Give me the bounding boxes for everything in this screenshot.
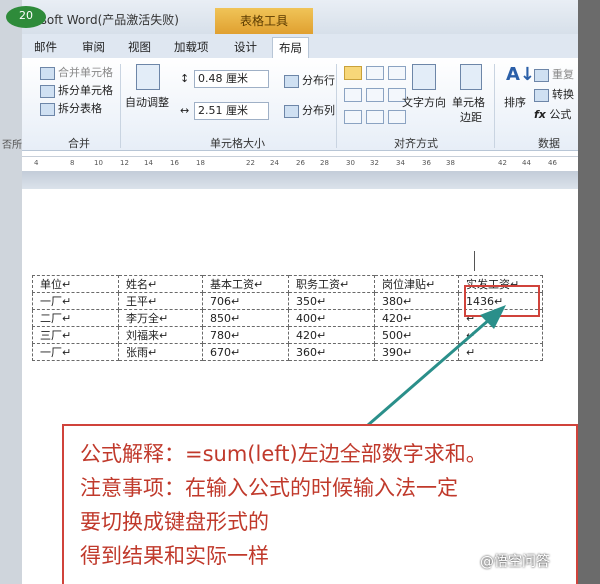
merge-cells-button[interactable]: 合并单元格 — [40, 64, 113, 80]
cell-margins-label-2: 边距 — [460, 111, 482, 124]
window-title: crosoft Word(产品激活失败) — [22, 13, 179, 27]
ribbon-layout: 合并单元格 拆分单元格 拆分表格 合并 自动调整 ↕ 0.48 厘米 ↔ 2.5… — [22, 58, 578, 151]
ruler-tick: 46 — [548, 159, 557, 167]
ruler-tick: 36 — [422, 159, 431, 167]
distribute-rows-button[interactable]: 分布行 — [284, 72, 335, 88]
background-left — [0, 0, 22, 584]
row-height-input[interactable]: 0.48 厘米 — [194, 70, 269, 88]
ruler-band — [22, 171, 578, 189]
split-table-button[interactable]: 拆分表格 — [40, 100, 102, 116]
ruler-tick: 30 — [346, 159, 355, 167]
cell-margins-button[interactable]: 单元格 — [452, 94, 485, 110]
split-cells-icon — [40, 84, 55, 98]
convert-icon — [534, 88, 549, 102]
align-top-left-button[interactable] — [344, 66, 362, 80]
ruler-tick: 44 — [522, 159, 531, 167]
repeat-header-icon — [534, 68, 549, 82]
ruler-tick: 16 — [170, 159, 179, 167]
tab-layout[interactable]: 布局 — [272, 37, 309, 58]
document-page[interactable]: 单位↵ 姓名↵ 基本工资↵ 职务工资↵ 岗位津贴↵ 实发工资↵ 一厂↵ 王平↵ … — [22, 189, 578, 584]
contextual-tab-table-tools: 表格工具 — [215, 8, 313, 34]
tab-mailings[interactable]: 邮件 — [28, 37, 63, 57]
convert-label: 转换 — [552, 88, 574, 101]
ruler-tick: 4 — [34, 159, 39, 167]
formula-icon: fx — [534, 108, 546, 121]
distribute-columns-label: 分布列 — [302, 104, 335, 117]
horizontal-ruler: 4 8 10 12 14 16 18 22 24 26 28 30 32 34 … — [22, 156, 578, 172]
text-direction-icon — [412, 64, 436, 90]
view-count-badge: 20 — [6, 6, 46, 28]
ruler-tick: 26 — [296, 159, 305, 167]
ruler-tick: 38 — [446, 159, 455, 167]
ruler-tick: 22 — [246, 159, 255, 167]
ribbon-separator — [336, 64, 337, 148]
ruler-tick: 10 — [94, 159, 103, 167]
note-line-1: 公式解释：=sum(left)左边全部数字求和。 — [80, 442, 487, 466]
ribbon-tabs: 邮件 审阅 视图 加载项 设计 布局 — [22, 34, 578, 59]
ruler-tick: 34 — [396, 159, 405, 167]
align-bottom-right-button[interactable] — [388, 110, 406, 124]
convert-button[interactable]: 转换 — [534, 86, 574, 102]
tab-addins[interactable]: 加载项 — [168, 37, 215, 57]
word-window: crosoft Word(产品激活失败) 表格工具 邮件 审阅 视图 加载项 设… — [22, 0, 578, 584]
note-line-2: 注意事项：在输入公式的时候输入法一定 — [80, 476, 458, 500]
group-label-merge: 合并 — [68, 137, 90, 150]
align-top-right-button[interactable] — [388, 66, 406, 80]
align-bottom-center-button[interactable] — [366, 110, 384, 124]
ruler-tick: 32 — [370, 159, 379, 167]
column-width-input[interactable]: 2.51 厘米 — [194, 102, 269, 120]
autofit-icon — [136, 64, 160, 90]
distribute-rows-label: 分布行 — [302, 74, 335, 87]
merge-cells-label: 合并单元格 — [58, 66, 113, 79]
note-line-3: 要切换成键盘形式的 — [80, 510, 269, 534]
title-bar: crosoft Word(产品激活失败) 表格工具 — [22, 0, 578, 34]
ruler-tick: 18 — [196, 159, 205, 167]
ruler-tick: 8 — [70, 159, 75, 167]
cell-margins-icon — [460, 64, 482, 90]
distribute-rows-icon — [284, 74, 299, 88]
left-edge-label: 否所 — [2, 140, 22, 151]
ruler-tick: 28 — [320, 159, 329, 167]
group-label-data: 数据 — [538, 137, 560, 150]
group-label-alignment: 对齐方式 — [394, 137, 438, 150]
text-direction-button[interactable]: 文字方向 — [402, 94, 446, 110]
sort-button[interactable]: 排序 — [504, 94, 526, 110]
tab-review[interactable]: 审阅 — [76, 37, 111, 57]
merge-cells-icon — [40, 66, 55, 80]
align-middle-left-button[interactable] — [344, 88, 362, 102]
tab-view[interactable]: 视图 — [122, 37, 157, 57]
split-cells-label: 拆分单元格 — [58, 84, 113, 97]
watermark: @悟空问答 — [480, 554, 550, 570]
ribbon-separator — [494, 64, 495, 148]
repeat-header-label: 重复 — [552, 68, 574, 81]
note-line-4: 得到结果和实际一样 — [80, 544, 269, 568]
align-middle-center-button[interactable] — [366, 88, 384, 102]
autofit-button[interactable]: 自动调整 — [125, 94, 169, 110]
sort-icon: A↓ — [506, 64, 536, 85]
distribute-columns-icon — [284, 104, 299, 118]
ribbon-separator — [120, 64, 121, 148]
row-height-icon: ↕ — [180, 72, 190, 85]
formula-label: 公式 — [549, 108, 572, 121]
distribute-columns-button[interactable]: 分布列 — [284, 102, 335, 118]
arrow-shaft — [367, 317, 491, 427]
ruler-tick: 14 — [144, 159, 153, 167]
split-cells-button[interactable]: 拆分单元格 — [40, 82, 113, 98]
split-table-icon — [40, 102, 55, 116]
tab-design[interactable]: 设计 — [228, 37, 263, 57]
formula-button[interactable]: fx 公式 — [534, 106, 571, 122]
group-label-cell-size: 单元格大小 — [210, 137, 265, 150]
repeat-header-button[interactable]: 重复 — [534, 66, 574, 82]
align-bottom-left-button[interactable] — [344, 110, 362, 124]
ruler-tick: 12 — [120, 159, 129, 167]
align-top-center-button[interactable] — [366, 66, 384, 80]
split-table-label: 拆分表格 — [58, 102, 102, 115]
column-width-icon: ↔ — [180, 104, 190, 117]
ruler-tick: 42 — [498, 159, 507, 167]
ruler-tick: 24 — [270, 159, 279, 167]
